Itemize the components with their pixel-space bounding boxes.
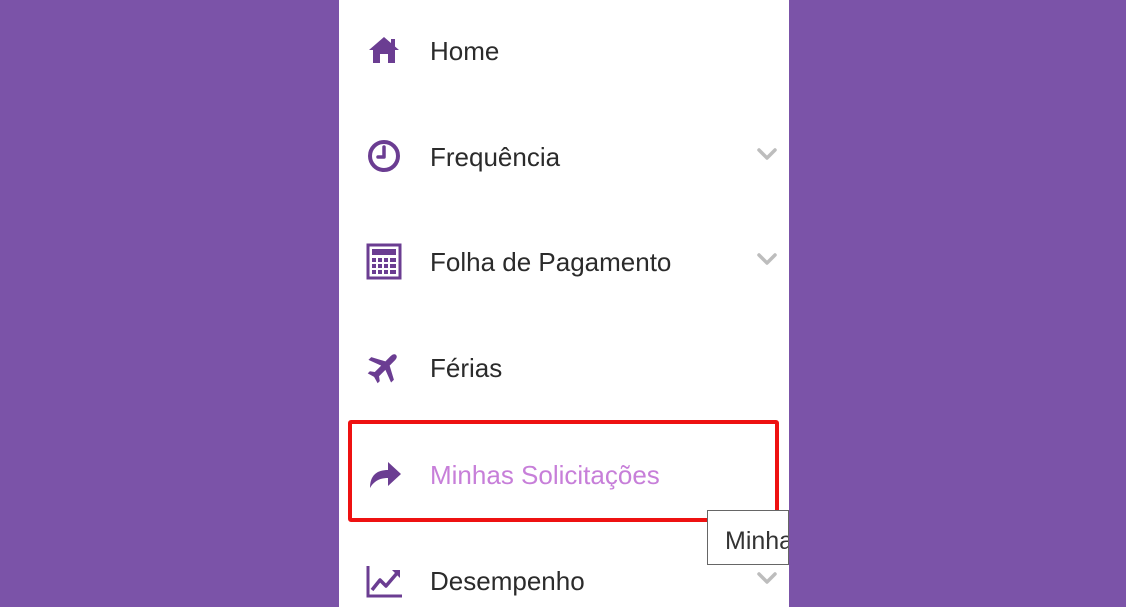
menu-item-label: Minhas Solicitações [430, 460, 660, 490]
menu-item-frequencia[interactable]: Frequência [339, 128, 789, 188]
line-chart-icon [364, 560, 404, 600]
clock-icon [364, 136, 404, 176]
calculator-icon [364, 241, 404, 281]
chevron-down-icon[interactable] [756, 146, 778, 162]
menu-item-minhas-solicitacoes[interactable]: Minhas Solicitações [339, 446, 789, 506]
menu-item-ferias[interactable]: Férias [339, 339, 789, 399]
menu-item-home[interactable]: Home [339, 22, 789, 82]
tooltip: Minhas Solicitações [707, 510, 789, 565]
menu-item-label: Férias [430, 353, 503, 383]
menu-item-label: Desempenho [430, 566, 585, 596]
airplane-icon [364, 347, 404, 387]
menu-item-label: Frequência [430, 142, 561, 172]
share-arrow-icon [364, 454, 404, 494]
tooltip-text: Minhas Solicitações [725, 527, 788, 555]
menu-item-folha-de-pagamento[interactable]: Folha de Pagamento [339, 233, 789, 293]
menu-item-label: Home [430, 36, 500, 66]
home-icon [364, 30, 404, 70]
screen: Home Frequência Folha de Pagamento Féria… [0, 0, 1126, 607]
chevron-down-icon[interactable] [756, 570, 778, 586]
chevron-down-icon[interactable] [756, 251, 778, 267]
menu-item-label: Folha de Pagamento [430, 247, 672, 277]
